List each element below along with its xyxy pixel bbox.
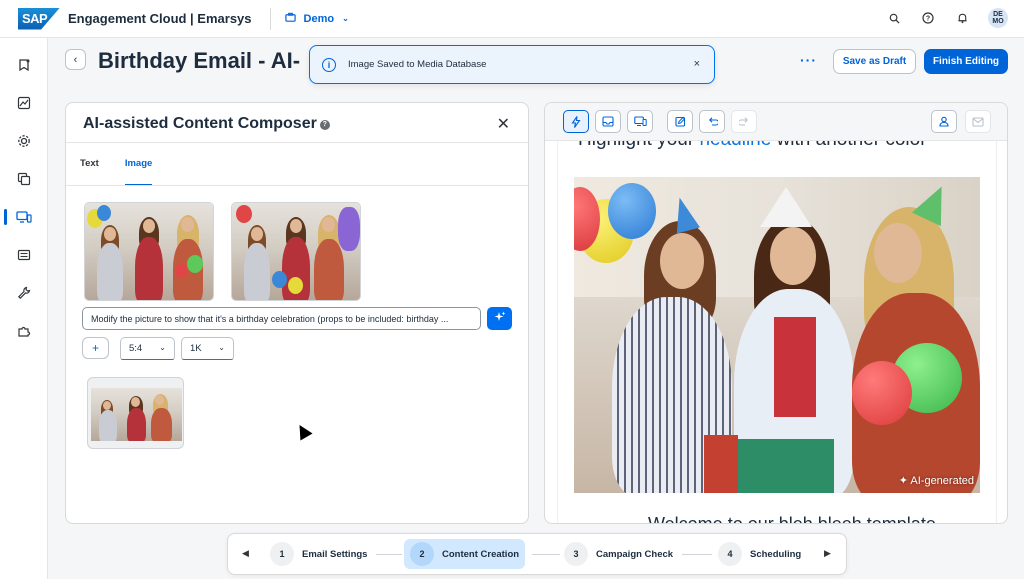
close-icon[interactable]: × (694, 58, 700, 70)
email-preview-panel: Highlight your headline with another col… (544, 102, 1008, 524)
campaigns-icon[interactable] (0, 51, 48, 79)
chevron-down-icon: ⌄ (159, 343, 166, 352)
redo-icon[interactable] (731, 110, 757, 133)
inbox-icon[interactable] (595, 110, 621, 133)
briefcase-icon (284, 12, 296, 26)
step-label: Email Settings (302, 548, 368, 560)
back-button[interactable]: ‹ (65, 49, 86, 70)
person-icon[interactable] (931, 110, 957, 133)
content-icon[interactable] (0, 165, 48, 193)
step-connector (376, 554, 402, 555)
step-scheduling[interactable]: 4 Scheduling (712, 539, 807, 569)
source-image-thumbnail[interactable] (84, 202, 214, 301)
email-canvas: Highlight your headline with another col… (557, 141, 997, 523)
step-email-settings[interactable]: 1 Email Settings (264, 539, 373, 569)
headline-text: Highlight your (578, 141, 699, 150)
step-label: Content Creation (442, 548, 520, 560)
ai-generated-label: ✦ AI-generated (898, 475, 974, 487)
help-icon[interactable]: ? (920, 10, 936, 26)
step-connector (682, 554, 712, 555)
email-body-text[interactable]: Welcome to our bleh bleeh template (648, 514, 936, 523)
tools-icon[interactable] (0, 279, 48, 307)
shell-bar: SAP Engagement Cloud | Emarsys Demo ⌄ ? … (0, 0, 1024, 38)
resolution-value: 1K (190, 343, 202, 354)
step-number: 3 (564, 542, 588, 566)
sparkle-icon (494, 311, 506, 326)
sap-logo[interactable]: SAP (18, 7, 60, 30)
generated-image-thumbnail[interactable] (231, 202, 361, 301)
divider (66, 185, 528, 186)
step-number: 1 (270, 542, 294, 566)
chevron-down-icon: ⌄ (342, 14, 349, 23)
shell-divider (269, 7, 271, 30)
preview-toolbar (545, 103, 1007, 141)
lightning-icon[interactable] (563, 110, 589, 133)
avatar[interactable]: DE MO (988, 8, 1008, 28)
info-icon: i (322, 57, 336, 72)
add-button[interactable]: + (82, 337, 109, 359)
resolution-select[interactable]: 1K ⌄ (181, 337, 234, 360)
edit-icon[interactable] (667, 110, 693, 133)
tab-image[interactable]: Image (124, 158, 153, 186)
aspect-ratio-value: 5:4 (129, 343, 143, 354)
search-icon[interactable] (886, 10, 902, 26)
help-icon[interactable]: ? (319, 120, 330, 130)
send-preview-icon[interactable] (965, 110, 991, 133)
bell-icon[interactable] (954, 10, 970, 26)
chevron-left-icon: ‹ (73, 53, 78, 66)
email-headline[interactable]: Highlight your headline with another col… (578, 141, 927, 151)
contacts-icon[interactable] (0, 241, 48, 269)
space-selector[interactable]: Demo ⌄ (284, 12, 349, 26)
channels-icon[interactable] (0, 203, 48, 231)
finish-editing-button[interactable]: Finish Editing (924, 49, 1008, 74)
headline-keyword: headline (699, 141, 771, 150)
tab-text[interactable]: Text (80, 158, 99, 185)
ai-generated-text: AI-generated (910, 475, 974, 487)
hero-image[interactable]: ✦ AI-generated (574, 177, 980, 493)
composer-tabs: Text Image (80, 158, 153, 186)
step-campaign-check[interactable]: 3 Campaign Check (558, 539, 679, 569)
image-prompt-input[interactable]: Modify the picture to show that it's a b… (82, 307, 481, 330)
toast-message: Image Saved to Media Database (348, 59, 487, 70)
composer-title-text: AI-assisted Content Composer (83, 115, 317, 132)
composer-title: AI-assisted Content Composer? (83, 115, 330, 133)
side-navigation (0, 38, 48, 579)
space-label: Demo (303, 12, 335, 25)
chevron-left-icon[interactable]: ◀ (242, 548, 249, 559)
step-label: Scheduling (750, 548, 802, 560)
step-number: 4 (718, 542, 742, 566)
svg-text:?: ? (926, 16, 930, 23)
chevron-down-icon: ⌄ (218, 343, 225, 352)
save-as-draft-button[interactable]: Save as Draft (833, 49, 916, 74)
step-connector (532, 554, 560, 555)
step-content-creation[interactable]: 2 Content Creation (404, 539, 526, 569)
product-name[interactable]: Engagement Cloud | Emarsys (68, 11, 252, 26)
step-number: 2 (410, 542, 434, 566)
step-label: Campaign Check (596, 548, 674, 560)
automation-icon[interactable] (0, 127, 48, 155)
saved-image-thumbnail[interactable] (87, 377, 184, 449)
more-button[interactable]: ··· (800, 52, 817, 68)
addons-icon[interactable] (0, 317, 48, 345)
devices-icon[interactable] (627, 110, 653, 133)
headline-text: with another color (771, 141, 927, 150)
info-toast: i Image Saved to Media Database × (309, 45, 715, 84)
step-wizard: ◀ 1 Email Settings 2 Content Creation 3 … (227, 533, 847, 575)
page-title: Birthday Email - AI- (98, 48, 301, 73)
close-icon[interactable]: ✕ (497, 114, 510, 134)
undo-icon[interactable] (699, 110, 725, 133)
aspect-ratio-select[interactable]: 5:4 ⌄ (120, 337, 175, 360)
divider (66, 142, 528, 143)
generate-button[interactable] (487, 307, 512, 330)
analytics-icon[interactable] (0, 89, 48, 117)
chevron-right-icon[interactable]: ▶ (824, 548, 831, 559)
